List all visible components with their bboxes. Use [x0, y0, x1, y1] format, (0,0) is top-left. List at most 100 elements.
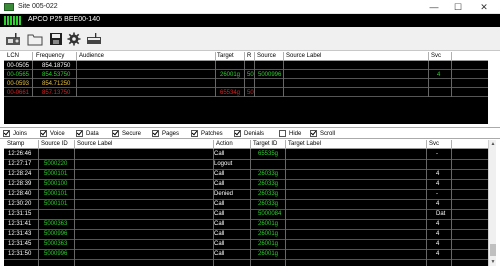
channel-cell-freq: 854.53750 [42, 72, 71, 78]
grid-divider [426, 149, 427, 266]
log-row[interactable]: 12:27:17 5000220 Logout [4, 160, 488, 170]
log-cell-action: Call [214, 151, 225, 157]
minimize-button[interactable]: — [422, 1, 446, 13]
checkbox-box[interactable] [112, 130, 119, 137]
column-header-frequency[interactable]: Frequency [36, 53, 64, 59]
checkbox-box[interactable] [279, 130, 286, 137]
log-cell-target: 26033g [258, 181, 279, 187]
column-header-target-id[interactable]: Target ID [253, 141, 277, 147]
filter-data-checkbox[interactable]: Data [76, 130, 99, 137]
checkbox-label: Secure [122, 130, 142, 137]
filter-patches-checkbox[interactable]: Patches [191, 130, 223, 137]
column-header-lcn[interactable]: LCN [7, 53, 19, 59]
log-cell-action: Call [214, 181, 225, 187]
log-cell-stamp: 12:30:20 [8, 201, 32, 207]
checkbox-label: Scroll [320, 130, 336, 137]
close-button[interactable]: ✕ [472, 1, 496, 13]
log-cell-source: 5000101 [44, 191, 68, 197]
filter-hide-checkbox[interactable]: Hide [279, 130, 301, 137]
log-row[interactable]: 12:31:15 Call 5000084 Dat [4, 210, 488, 220]
checkbox-box[interactable] [234, 130, 241, 137]
column-header-source[interactable]: Source [257, 53, 276, 59]
scroll-up-arrow-icon[interactable]: ▲ [489, 140, 497, 148]
settings-gear-icon[interactable] [64, 30, 83, 48]
column-header-r[interactable]: R [247, 53, 251, 59]
channel-cell-lcn: 00-0661 [7, 90, 30, 96]
filter-scroll-checkbox[interactable]: Scroll [310, 130, 335, 137]
filter-secure-checkbox[interactable]: Secure [112, 130, 141, 137]
open-folder-icon[interactable] [25, 30, 44, 48]
log-row[interactable]: 12:26:46 Call 65535g - [4, 150, 488, 160]
channel-cell-lcn: 00-0565 [7, 72, 30, 78]
log-cell-stamp: 12:31:45 [8, 241, 32, 247]
checkbox-box[interactable] [152, 130, 159, 137]
log-cell-target: 26033g [258, 171, 279, 177]
log-row[interactable]: 12:31:41 5000363 Call 26001g 4 [4, 220, 488, 230]
checkbox-label: Pages [162, 130, 180, 137]
checkbox-label: Patches [201, 130, 223, 137]
checkbox-label: Hide [289, 130, 302, 137]
log-cell-target: 26033g [258, 201, 279, 207]
log-row[interactable]: 12:31:50 5000996 Call 26001g 4 [4, 250, 488, 260]
maximize-button[interactable]: ☐ [446, 1, 470, 13]
column-header-stamp[interactable]: Stamp [7, 141, 24, 147]
radio-icon[interactable] [3, 30, 22, 48]
column-header-svc[interactable]: Svc [431, 53, 441, 59]
column-header-source-label[interactable]: Source Label [286, 53, 321, 59]
filter-denials-checkbox[interactable]: Denials [234, 130, 264, 137]
log-cell-svc: - [436, 191, 438, 197]
checkbox-box[interactable] [191, 130, 198, 137]
filter-joins-checkbox[interactable]: Joins [3, 130, 27, 137]
filter-voice-checkbox[interactable]: Voice [40, 130, 65, 137]
grid-divider [428, 61, 429, 97]
checkbox-label: Denials [244, 130, 265, 137]
column-header-target[interactable]: Target [217, 53, 234, 59]
channel-grid: LCN Frequency Audience Target R Source S… [4, 52, 488, 124]
grid-divider [254, 61, 255, 97]
title-bar: Site 005-022 — ☐ ✕ [0, 0, 500, 14]
log-cell-action: Call [214, 201, 225, 207]
save-disk-icon[interactable] [46, 30, 65, 48]
column-header-audience[interactable]: Audience [79, 53, 104, 59]
log-row[interactable]: 12:28:39 5000100 Call 26033g 4 [4, 180, 488, 190]
filter-bar: Joins Voice Data Secure Pages Patches Denials H… [0, 127, 500, 139]
checkbox-box[interactable] [310, 130, 317, 137]
log-cell-stamp: 12:28:24 [8, 171, 32, 177]
checkbox-box[interactable] [40, 130, 47, 137]
log-row[interactable]: 12:28:40 5000101 Denied 26033g - [4, 190, 488, 200]
log-cell-action: Denied [214, 191, 234, 197]
log-cell-stamp: 12:31:15 [8, 211, 32, 217]
checkbox-box[interactable] [3, 130, 10, 137]
log-row[interactable]: 12:28:24 5000101 Call 26033g 4 [4, 170, 488, 180]
scroll-thumb[interactable] [490, 244, 496, 256]
column-header-source-id[interactable]: Source ID [41, 141, 68, 147]
log-cell-action: Call [214, 211, 225, 217]
log-cell-svc: - [436, 151, 438, 157]
filter-pages-checkbox[interactable]: Pages [152, 130, 179, 137]
log-cell-target: 26001g [258, 221, 279, 227]
log-row[interactable]: 12:30:20 5000101 Call 26033g 4 [4, 200, 488, 210]
log-row[interactable]: 12:31:45 5000363 Call 26001g 4 [4, 240, 488, 250]
event-log-scrollbar[interactable]: ▲ ▼ [488, 140, 496, 266]
log-cell-stamp: 12:31:41 [8, 221, 32, 227]
checkbox-box[interactable] [76, 130, 83, 137]
log-cell-action: Call [214, 221, 225, 227]
scanner-icon[interactable] [84, 30, 103, 48]
log-row[interactable]: 12:31:43 5000996 Call 26001g 4 [4, 230, 488, 240]
channel-cell-lcn: 00-0593 [7, 81, 30, 87]
channel-cell-r: 50 [247, 90, 254, 96]
column-header-action[interactable]: Action [216, 141, 233, 147]
system-name: APCO P25 BEE00-140 [28, 16, 100, 23]
grid-divider [283, 61, 284, 97]
grid-divider [213, 149, 214, 266]
channel-cell-svc: 4 [437, 72, 441, 78]
log-cell-stamp: 12:28:40 [8, 191, 32, 197]
log-cell-svc: 4 [436, 181, 440, 187]
log-cell-target: 26033g [258, 191, 279, 197]
log-cell-action: Call [214, 251, 225, 257]
scroll-down-arrow-icon[interactable]: ▼ [489, 258, 497, 266]
column-header-target-label[interactable]: Target Label [288, 141, 321, 147]
column-header-svc[interactable]: Svc [429, 141, 439, 147]
channel-grid-header: LCN Frequency Audience Target R Source S… [4, 52, 488, 61]
column-header-source-label[interactable]: Source Label [77, 141, 112, 147]
